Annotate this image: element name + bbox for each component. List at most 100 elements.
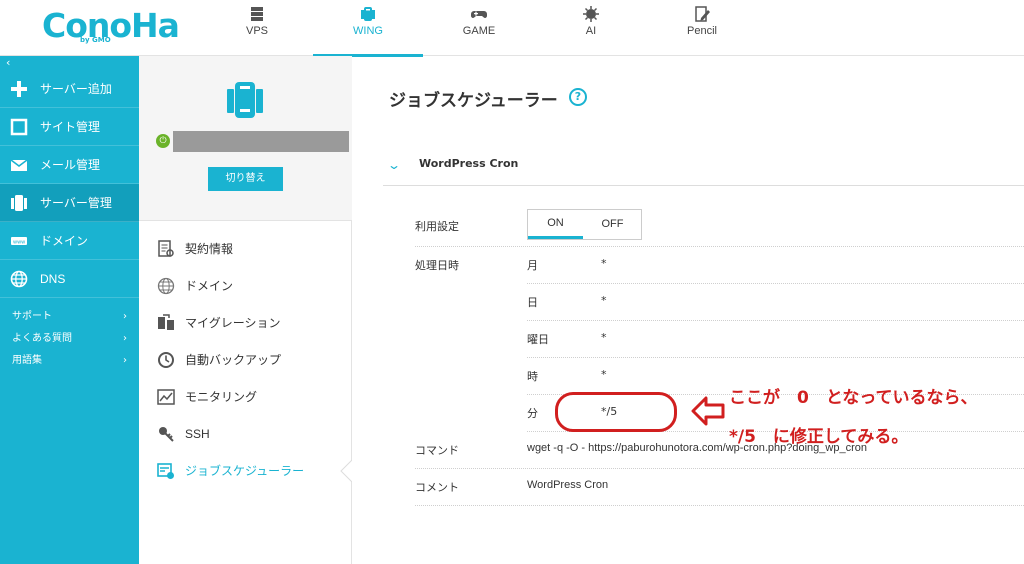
menu-item-label: 契約情報 bbox=[185, 242, 234, 256]
chevron-right-icon: › bbox=[123, 333, 127, 344]
sidebar-item-label: サーバー管理 bbox=[40, 196, 112, 210]
top-navigation-bar: ConoHa by GMO VPS WING GAME AI Pencil bbox=[0, 0, 1024, 57]
window-icon bbox=[10, 118, 28, 136]
sidebar-link-support[interactable]: サポート › bbox=[0, 306, 139, 328]
comment-label: コメント bbox=[415, 482, 459, 494]
svg-text:www: www bbox=[13, 240, 25, 246]
menu-item-migration[interactable]: マイグレーション bbox=[139, 306, 352, 343]
sidebar-link-glossary[interactable]: 用語集 › bbox=[0, 350, 139, 372]
tab-label: GAME bbox=[462, 25, 496, 37]
menu-item-backup[interactable]: 自動バックアップ bbox=[139, 343, 352, 380]
menu-item-label: 自動バックアップ bbox=[185, 353, 282, 367]
annotation-highlight-ellipse bbox=[555, 392, 677, 432]
conoha-logo[interactable]: ConoHa by GMO bbox=[42, 6, 180, 46]
logo-by-text: by GMO bbox=[80, 36, 111, 44]
contract-doc-icon bbox=[158, 240, 174, 257]
gamepad-icon bbox=[471, 11, 487, 18]
tab-pencil[interactable]: Pencil bbox=[647, 0, 757, 56]
server-stack-icon bbox=[251, 7, 263, 21]
annotation-text-line1: ここが 0 となっているなら、 bbox=[729, 388, 978, 408]
tab-label: Pencil bbox=[687, 25, 717, 37]
domain-icon: www bbox=[11, 237, 27, 246]
sidebar-item-server[interactable]: サーバー管理 bbox=[0, 184, 139, 222]
server-menu: 契約情報 ドメイン マイグレーション 自動バックアップ モニタリング SSH ジ… bbox=[139, 232, 352, 491]
tab-game[interactable]: GAME bbox=[424, 0, 534, 56]
schedule-unit: 時 bbox=[527, 370, 538, 383]
page-title: ジョブスケジューラー bbox=[389, 91, 558, 110]
sidebar-item-add-server[interactable]: サーバー追加 bbox=[0, 70, 139, 108]
tab-wing[interactable]: WING bbox=[313, 0, 423, 57]
menu-item-domain[interactable]: ドメイン bbox=[139, 269, 352, 306]
usage-toggle: ON OFF bbox=[527, 209, 642, 240]
menu-item-label: ジョブスケジューラー bbox=[185, 464, 305, 478]
server-sub-sidebar: ⏻ 切り替え 契約情報 ドメイン マイグレーション 自動バックアップ モニタリン… bbox=[139, 56, 352, 564]
tab-ai[interactable]: AI bbox=[536, 0, 646, 56]
toggle-off-button[interactable]: OFF bbox=[584, 210, 641, 239]
globe-icon bbox=[157, 277, 175, 295]
main-sidebar: ‹ サーバー追加 サイト管理 メール管理 サーバー管理 www ドメイン DNS… bbox=[0, 56, 139, 564]
schedule-unit: 月 bbox=[527, 259, 538, 272]
annotation-text-line2: */5 に修正してみる。 bbox=[729, 427, 909, 447]
menu-item-monitoring[interactable]: モニタリング bbox=[139, 380, 352, 417]
backup-clock-icon bbox=[158, 352, 174, 368]
sidebar-collapse-button[interactable]: ‹ bbox=[0, 56, 139, 70]
schedule-value: * bbox=[601, 331, 607, 344]
plus-icon bbox=[11, 81, 27, 97]
section-header-wordpress-cron[interactable]: ⌄ WordPress Cron bbox=[383, 151, 1024, 186]
mail-icon bbox=[10, 159, 28, 171]
menu-item-label: SSH bbox=[185, 427, 210, 441]
sidebar-item-dns[interactable]: DNS bbox=[0, 260, 139, 298]
schedule-value: * bbox=[601, 368, 607, 381]
menu-item-job-scheduler[interactable]: ジョブスケジューラー bbox=[139, 454, 352, 491]
monitoring-chart-icon bbox=[157, 389, 175, 405]
chevron-right-icon: › bbox=[123, 311, 127, 322]
masked-server-name bbox=[173, 131, 349, 152]
globe-icon bbox=[10, 270, 28, 288]
schedule-row-month: 月 * bbox=[527, 247, 1024, 284]
scheduler-icon bbox=[157, 463, 174, 479]
power-status-icon: ⏻ bbox=[156, 134, 170, 148]
annotation-arrow-left-icon bbox=[691, 396, 725, 426]
menu-item-label: ドメイン bbox=[185, 279, 234, 293]
server-icon bbox=[11, 195, 27, 211]
tab-label: WING bbox=[353, 25, 383, 37]
usage-label: 利用設定 bbox=[415, 221, 459, 233]
sidebar-link-faq[interactable]: よくある質問 › bbox=[0, 328, 139, 350]
help-icon[interactable]: ? bbox=[569, 88, 587, 106]
toggle-on-button[interactable]: ON bbox=[528, 210, 583, 239]
menu-item-contract[interactable]: 契約情報 bbox=[139, 232, 352, 269]
sidebar-item-domain[interactable]: www ドメイン bbox=[0, 222, 139, 260]
usage-setting-row: 利用設定 ON OFF bbox=[415, 208, 1024, 247]
server-icon bbox=[227, 82, 263, 118]
comment-value: WordPress Cron bbox=[527, 479, 609, 491]
schedule-row-day: 日 * bbox=[527, 284, 1024, 321]
menu-item-label: モニタリング bbox=[185, 390, 258, 404]
wing-server-icon bbox=[361, 7, 375, 21]
sidebar-item-mail[interactable]: メール管理 bbox=[0, 146, 139, 184]
sidebar-link-label: よくある質問 bbox=[12, 333, 72, 344]
server-summary-box: ⏻ 切り替え bbox=[139, 56, 352, 221]
command-row: コマンド wget -q -O - https://paburohunotora… bbox=[415, 432, 1024, 469]
migration-icon bbox=[158, 314, 174, 330]
sidebar-item-site[interactable]: サイト管理 bbox=[0, 108, 139, 146]
schedule-value: * bbox=[601, 294, 607, 307]
sidebar-item-label: ドメイン bbox=[40, 234, 89, 248]
key-icon bbox=[159, 427, 174, 442]
schedule-label: 処理日時 bbox=[415, 260, 459, 272]
command-label: コマンド bbox=[415, 445, 459, 457]
switch-server-button[interactable]: 切り替え bbox=[208, 167, 283, 191]
schedule-unit: 分 bbox=[527, 407, 538, 420]
sidebar-item-label: DNS bbox=[40, 272, 66, 286]
tab-vps[interactable]: VPS bbox=[202, 0, 312, 56]
schedule-unit: 日 bbox=[527, 296, 538, 309]
menu-item-ssh[interactable]: SSH bbox=[139, 417, 352, 454]
schedule-unit: 曜日 bbox=[527, 333, 549, 346]
chevron-down-icon: ⌄ bbox=[386, 158, 402, 172]
sidebar-item-label: メール管理 bbox=[40, 158, 101, 172]
main-content: ジョブスケジューラー ? ⌄ WordPress Cron 利用設定 ON OF… bbox=[353, 56, 1024, 564]
menu-item-label: マイグレーション bbox=[185, 316, 281, 330]
sidebar-link-label: サポート bbox=[12, 311, 52, 322]
chevron-right-icon: › bbox=[123, 355, 127, 366]
active-pointer-arrow bbox=[340, 460, 352, 482]
tab-label: AI bbox=[585, 25, 597, 37]
